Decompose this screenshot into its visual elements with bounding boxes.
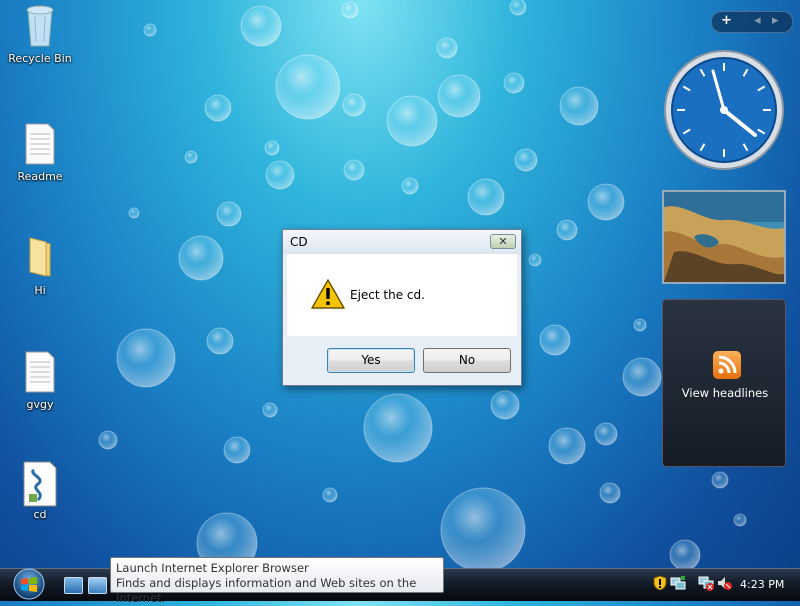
switch-windows-icon[interactable] (88, 577, 107, 594)
network-icon[interactable] (670, 575, 686, 591)
clock-gadget[interactable] (663, 49, 785, 171)
previous-gadgets-button[interactable]: ◂ (754, 13, 761, 28)
taskbar-clock[interactable]: 4:23 PM (740, 578, 784, 591)
tooltip-title: Launch Internet Explorer Browser (116, 561, 309, 575)
network-disconnected-icon[interactable] (698, 575, 714, 591)
desktop-icon-label: cd (33, 508, 47, 521)
add-gadget-button[interactable]: + (721, 13, 732, 28)
volume-muted-icon[interactable] (716, 575, 732, 591)
close-icon: ✕ (498, 235, 508, 248)
start-button[interactable] (7, 567, 51, 600)
desktop-icon-readme[interactable]: Readme (5, 122, 75, 183)
desktop-icon-cd[interactable]: cd (5, 460, 75, 521)
next-gadgets-button[interactable]: ▸ (772, 13, 779, 28)
tooltip: Launch Internet Explorer Browser Finds a… (110, 557, 444, 605)
document-icon (20, 122, 60, 166)
desktop-icon-label: Hi (34, 284, 46, 297)
dialog-body: Eject the cd. (287, 254, 517, 336)
close-button[interactable]: ✕ (490, 234, 516, 249)
clock-face-icon (664, 50, 784, 170)
feed-headlines-gadget[interactable]: View headlines (662, 299, 786, 467)
show-desktop-icon[interactable] (64, 577, 83, 594)
view-headlines-link[interactable]: View headlines (663, 386, 787, 400)
yes-button[interactable]: Yes (327, 348, 415, 373)
landscape-photo-icon (664, 192, 784, 282)
sidebar-controls: + ◂ ▸ (711, 11, 793, 33)
document-icon (20, 350, 60, 394)
rss-icon (713, 351, 741, 379)
windows-start-icon (13, 568, 45, 600)
desktop-icon-label: Recycle Bin (8, 52, 72, 65)
script-icon (20, 460, 60, 507)
recycle-bin-icon (20, 4, 60, 48)
folder-icon (20, 236, 60, 280)
shield-icon[interactable] (652, 575, 668, 591)
message-dialog: CD ✕ Eject the cd. Yes No (282, 229, 522, 386)
dialog-titlebar[interactable]: CD ✕ (283, 230, 521, 254)
dialog-message: Eject the cd. (350, 288, 425, 302)
warning-icon (311, 278, 345, 310)
desktop-icon-gvgy[interactable]: gvgy (5, 350, 75, 411)
desktop-icon-hi[interactable]: Hi (5, 236, 75, 297)
slideshow-gadget[interactable] (662, 190, 786, 284)
desktop-icon-label: Readme (17, 170, 63, 183)
no-button[interactable]: No (423, 348, 511, 373)
desktop-icon-label: gvgy (26, 398, 54, 411)
desktop-icon-recycle-bin[interactable]: Recycle Bin (5, 4, 75, 65)
tooltip-description: Finds and displays information and Web s… (116, 576, 417, 605)
dialog-title: CD (290, 235, 308, 249)
